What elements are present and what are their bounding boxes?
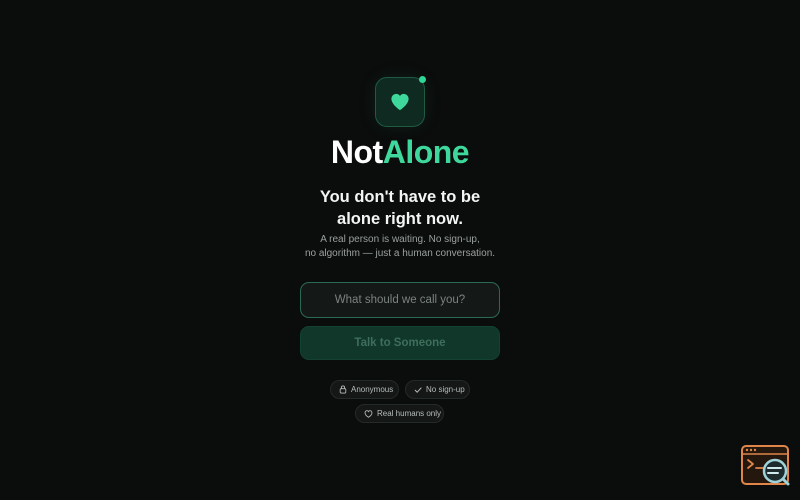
talk-to-someone-button[interactable]: Talk to Someone (300, 326, 500, 360)
talk-button-label: Talk to Someone (354, 337, 446, 349)
headline-line-1: You don't have to be (319, 188, 481, 206)
check-icon (414, 386, 422, 394)
badge-anonymous: Anonymous (330, 380, 399, 399)
headline: You don't have to be alone right now. (250, 186, 550, 230)
terminal-search-icon[interactable] (741, 445, 791, 487)
subheadline-line-1: A real person is waiting. No sign-up, (320, 234, 480, 245)
online-status-dot (419, 76, 426, 83)
heart-outline-icon (364, 409, 373, 418)
landing-page: NotAlone You don't have to be alone righ… (0, 0, 800, 500)
lock-icon (339, 385, 347, 394)
badge-label: No sign-up (426, 385, 465, 394)
badge-real-humans: Real humans only (355, 404, 444, 423)
subheadline: A real person is waiting. No sign-up, no… (250, 233, 550, 261)
subheadline-line-2: no algorithm — just a human conversation… (304, 248, 496, 259)
headline-line-2: alone right now. (337, 210, 463, 228)
badge-label: Anonymous (351, 385, 394, 394)
brand-title: NotAlone (0, 133, 800, 171)
heart-icon (390, 93, 410, 111)
brand-name-part1: Not (330, 134, 383, 170)
logo-badge (375, 77, 425, 127)
badge-no-signup: No sign-up (405, 380, 470, 399)
badge-label: Real humans only (377, 409, 442, 418)
brand-name-part2: Alone (382, 134, 470, 170)
name-input[interactable] (300, 282, 500, 318)
